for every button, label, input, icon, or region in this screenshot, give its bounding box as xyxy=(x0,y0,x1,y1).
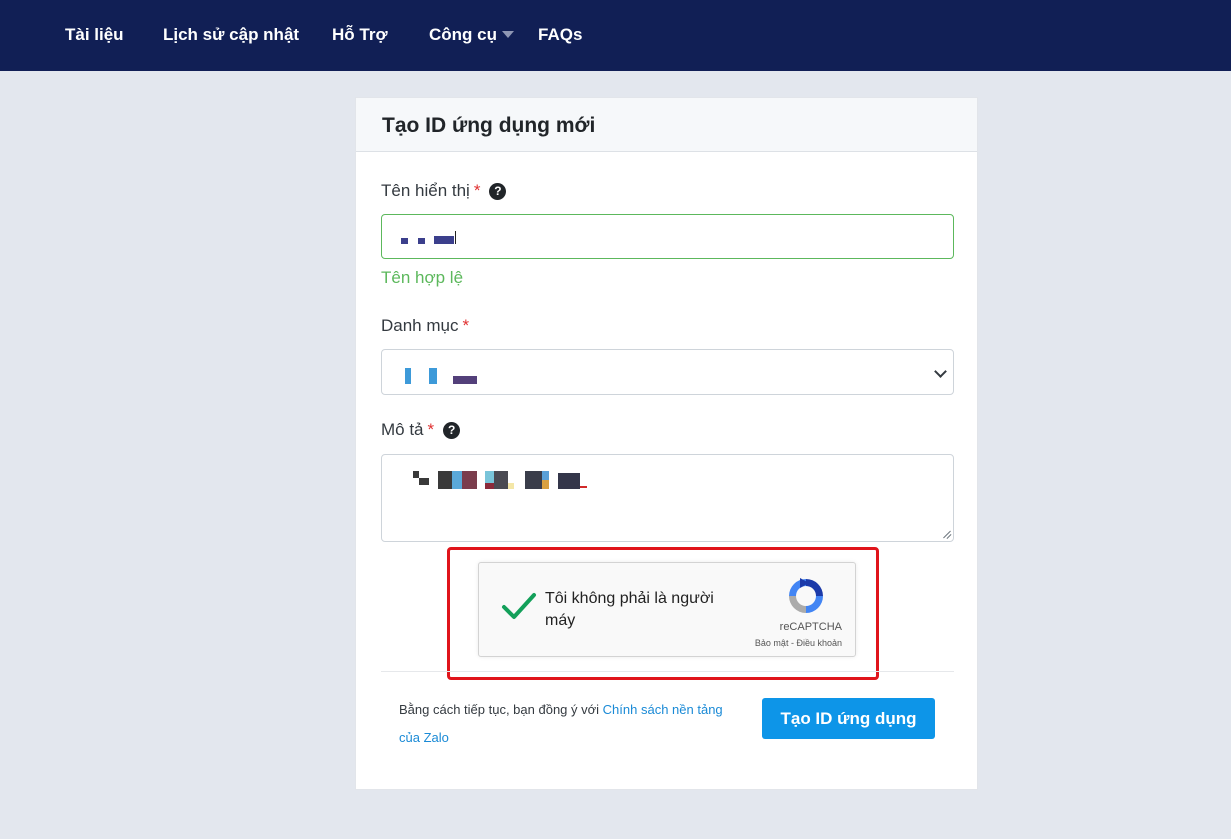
display-name-label-text: Tên hiển thị xyxy=(381,181,470,200)
checkmark-icon[interactable] xyxy=(501,591,537,621)
recaptcha-brand: reCAPTCHA xyxy=(779,621,842,633)
redacted-block xyxy=(401,238,408,244)
redacted-block xyxy=(438,471,452,489)
terms-prefix: Bằng cách tiếp tục, bạn đồng ý với xyxy=(399,702,600,717)
nav-item-changelog[interactable]: Lịch sử cập nhật xyxy=(163,24,299,46)
create-app-card: Tạo ID ứng dụng mới Tên hiển thị * ? Tên… xyxy=(355,97,978,790)
redacted-block xyxy=(405,368,411,384)
recaptcha-links: Bảo mật - Điều khoản xyxy=(722,638,842,648)
card-header: Tạo ID ứng dụng mới xyxy=(356,98,977,152)
redacted-block xyxy=(494,471,508,489)
description-textarea[interactable] xyxy=(381,454,954,542)
redacted-block xyxy=(419,478,429,485)
required-mark: * xyxy=(462,316,470,335)
redacted-block xyxy=(462,471,477,489)
top-navbar: Tài liệu Lịch sử cập nhật Hỗ Trợ Công cụ… xyxy=(0,0,1231,71)
redacted-block xyxy=(508,483,514,489)
nav-item-support[interactable]: Hỗ Trợ xyxy=(332,24,388,46)
redacted-block xyxy=(542,480,549,489)
display-name-valid-message: Tên hợp lệ xyxy=(381,268,464,287)
recaptcha-widget[interactable]: Tôi không phải là người máy reCAPTCHA Bả… xyxy=(478,562,856,657)
nav-item-tools[interactable]: Công cụ xyxy=(429,24,497,46)
redacted-block xyxy=(525,471,542,489)
category-select[interactable] xyxy=(381,349,954,395)
redacted-block xyxy=(429,368,437,384)
redacted-block xyxy=(558,473,580,489)
required-mark: * xyxy=(427,420,435,439)
display-name-label: Tên hiển thị * ? xyxy=(381,181,507,201)
help-icon[interactable]: ? xyxy=(489,182,507,200)
category-label: Danh mục * xyxy=(381,316,469,336)
nav-item-docs[interactable]: Tài liệu xyxy=(65,24,124,46)
redacted-block xyxy=(452,471,462,489)
redacted-block xyxy=(485,483,494,489)
category-label-text: Danh mục xyxy=(381,316,459,335)
description-label-text: Mô tả xyxy=(381,420,424,439)
recaptcha-logo-icon xyxy=(789,578,823,613)
resize-handle-icon[interactable] xyxy=(941,529,952,539)
required-mark: * xyxy=(473,181,481,200)
page-title: Tạo ID ứng dụng mới xyxy=(382,114,596,137)
redacted-block xyxy=(413,471,419,478)
display-name-input[interactable] xyxy=(381,214,954,259)
recaptcha-terms-link[interactable]: Điều khoản xyxy=(796,638,842,648)
terms-notice: Bằng cách tiếp tục, bạn đồng ý với Chính… xyxy=(399,696,744,752)
text-cursor xyxy=(455,231,456,244)
redacted-block xyxy=(418,238,425,244)
chevron-down-icon[interactable] xyxy=(502,31,514,38)
recaptcha-privacy-link[interactable]: Bảo mật xyxy=(755,638,789,648)
recaptcha-label: Tôi không phải là người máy xyxy=(545,590,714,629)
help-icon[interactable]: ? xyxy=(443,421,461,439)
spellcheck-underline xyxy=(580,486,587,488)
redacted-block xyxy=(434,236,454,244)
nav-item-faqs[interactable]: FAQs xyxy=(538,24,582,46)
description-label: Mô tả * ? xyxy=(381,420,461,440)
redacted-block xyxy=(542,471,549,480)
divider xyxy=(381,671,954,672)
create-app-button[interactable]: Tạo ID ứng dụng xyxy=(762,698,935,739)
chevron-down-icon[interactable] xyxy=(934,365,947,378)
redacted-block xyxy=(453,376,477,384)
